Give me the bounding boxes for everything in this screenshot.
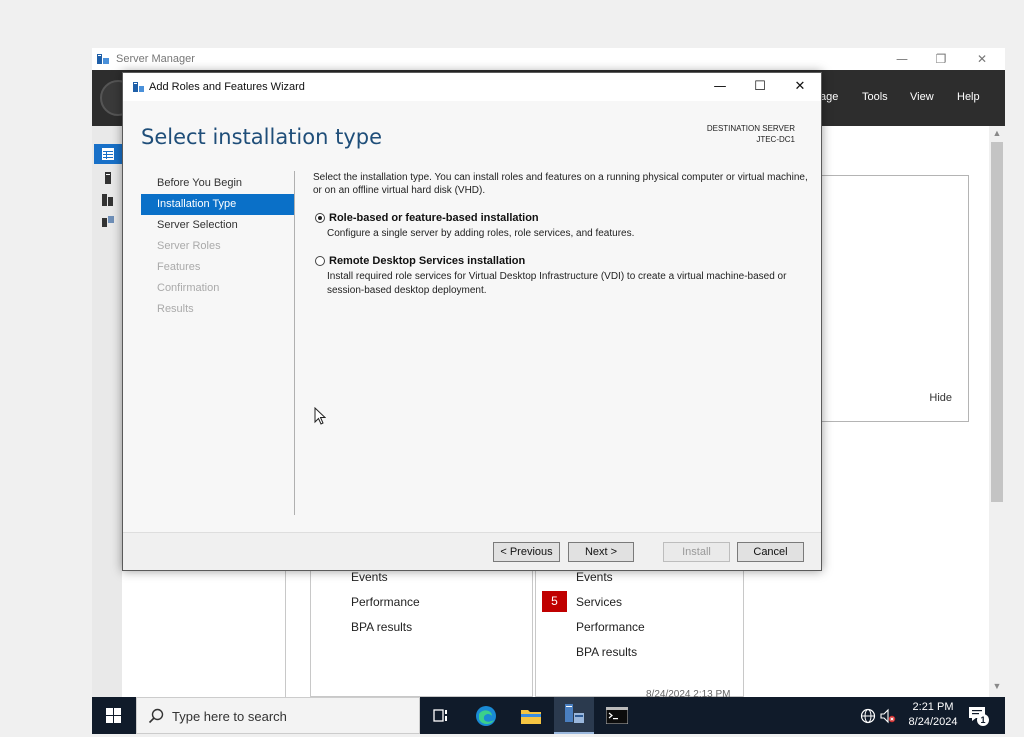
wizard-title: Add Roles and Features Wizard — [149, 81, 305, 93]
nav-step-server-selection[interactable]: Server Selection — [141, 215, 295, 236]
previous-button[interactable]: < Previous — [493, 542, 560, 562]
tile-item-performance[interactable]: Performance — [576, 620, 645, 634]
nav-divider — [294, 171, 295, 515]
sm-minimize-button[interactable]: — — [887, 50, 917, 68]
option-description: Configure a single server by adding role… — [327, 228, 635, 239]
option-title: Remote Desktop Services installation — [329, 255, 526, 267]
add-roles-wizard-dialog: Add Roles and Features Wizard — ☐ ✕ Sele… — [122, 72, 822, 571]
server-manager-icon — [565, 704, 584, 723]
menu-manage[interactable]: age — [820, 91, 838, 103]
notification-count: 1 — [977, 714, 989, 726]
nav-step-confirmation: Confirmation — [157, 282, 220, 294]
mouse-pointer-icon — [314, 407, 326, 425]
nav-step-results: Results — [157, 303, 194, 315]
menu-tools[interactable]: Tools — [862, 91, 888, 103]
wizard-close-button[interactable]: ✕ — [786, 77, 814, 97]
scrollbar-thumb[interactable] — [991, 142, 1003, 502]
destination-server-name: JTEC-DC1 — [756, 135, 795, 144]
task-view-button[interactable] — [421, 697, 461, 734]
wizard-minimize-button[interactable]: — — [706, 77, 734, 97]
sm-vertical-scrollbar[interactable]: ▲ ▼ — [989, 126, 1005, 697]
tile-item-performance[interactable]: Performance — [351, 595, 420, 609]
wizard-maximize-button[interactable]: ☐ — [746, 77, 774, 97]
option-description: Install required role services for Virtu… — [327, 271, 787, 296]
search-icon — [148, 708, 164, 724]
network-globe-icon[interactable] — [860, 708, 876, 724]
scroll-up-icon[interactable]: ▲ — [991, 128, 1003, 138]
wizard-footer: < Previous Next > Install Cancel — [123, 532, 821, 570]
services-count-badge: 5 — [542, 591, 567, 612]
server-manager-app-icon — [97, 54, 109, 64]
option-role-based[interactable]: Role-based or feature-based installation… — [313, 212, 808, 244]
menu-view[interactable]: View — [910, 91, 934, 103]
sm-window-title: Server Manager — [116, 53, 195, 65]
nav-step-server-roles: Server Roles — [157, 240, 221, 252]
start-button[interactable] — [92, 697, 136, 734]
task-view-icon — [433, 709, 447, 722]
install-button: Install — [663, 542, 730, 562]
sm-close-button[interactable]: ✕ — [967, 50, 997, 68]
option-title: Role-based or feature-based installation — [329, 212, 539, 224]
nav-step-before-you-begin[interactable]: Before You Begin — [141, 173, 295, 194]
local-server-icon — [105, 172, 111, 184]
edge-button[interactable] — [466, 697, 506, 734]
wizard-content: Select the installation type. You can in… — [313, 171, 813, 296]
taskbar-search-box[interactable]: Type here to search — [136, 697, 420, 734]
sidebar-item-dashboard[interactable] — [94, 144, 122, 164]
taskbar: Type here to search 2:21 PM 8/24/2024 1 — [92, 697, 1005, 734]
tile-item-bpa-results[interactable]: BPA results — [351, 620, 412, 634]
scroll-down-icon[interactable]: ▼ — [991, 681, 1003, 691]
file-explorer-icon — [521, 710, 541, 724]
tile-item-events[interactable]: Events — [576, 570, 613, 584]
page-title: Select installation type — [141, 125, 382, 149]
hide-link[interactable]: Hide — [929, 392, 952, 404]
all-servers-icon — [102, 194, 113, 206]
tile-border — [285, 568, 286, 697]
terminal-button[interactable] — [597, 697, 637, 734]
tile-item-services[interactable]: Services — [576, 595, 622, 609]
sidebar-item-all-servers[interactable] — [94, 190, 122, 210]
wizard-app-icon — [133, 82, 144, 92]
sm-sidebar — [92, 126, 122, 697]
search-placeholder: Type here to search — [172, 709, 287, 724]
file-services-icon — [102, 216, 114, 227]
wizard-titlebar: Add Roles and Features Wizard — ☐ ✕ — [123, 73, 821, 101]
intro-text: Select the installation type. You can in… — [313, 172, 808, 196]
wizard-steps-nav: Before You Begin Installation Type Serve… — [141, 173, 295, 320]
file-explorer-button[interactable] — [511, 697, 551, 734]
option-remote-desktop[interactable]: Remote Desktop Services installation Ins… — [313, 255, 808, 299]
clock-time[interactable]: 2:21 PM — [904, 701, 962, 713]
radio-role-based[interactable] — [315, 213, 325, 223]
sm-restore-button[interactable]: ❐ — [926, 50, 956, 68]
terminal-icon — [606, 707, 628, 724]
menu-help[interactable]: Help — [957, 91, 980, 103]
sm-titlebar: Server Manager — [92, 48, 1005, 70]
sidebar-item-local-server[interactable] — [94, 168, 122, 188]
nav-step-features: Features — [157, 261, 201, 273]
sidebar-item-file-services[interactable] — [94, 212, 122, 232]
edge-icon — [476, 706, 496, 726]
cancel-button[interactable]: Cancel — [737, 542, 804, 562]
tile-item-bpa-results[interactable]: BPA results — [576, 645, 637, 659]
radio-remote-desktop[interactable] — [315, 256, 325, 266]
welcome-panel: Hide — [821, 175, 969, 422]
dashboard-icon — [102, 148, 114, 160]
nav-step-installation-type[interactable]: Installation Type — [141, 194, 295, 215]
notification-center-button[interactable]: 1 — [968, 705, 990, 727]
tile-item-events[interactable]: Events — [351, 570, 388, 584]
windows-logo-icon — [106, 708, 121, 723]
clock-date[interactable]: 8/24/2024 — [904, 716, 962, 728]
volume-muted-icon[interactable] — [880, 708, 896, 724]
next-button[interactable]: Next > — [568, 542, 634, 562]
server-manager-taskbar-button[interactable] — [554, 697, 594, 734]
destination-server-label: DESTINATION SERVER — [706, 124, 795, 133]
